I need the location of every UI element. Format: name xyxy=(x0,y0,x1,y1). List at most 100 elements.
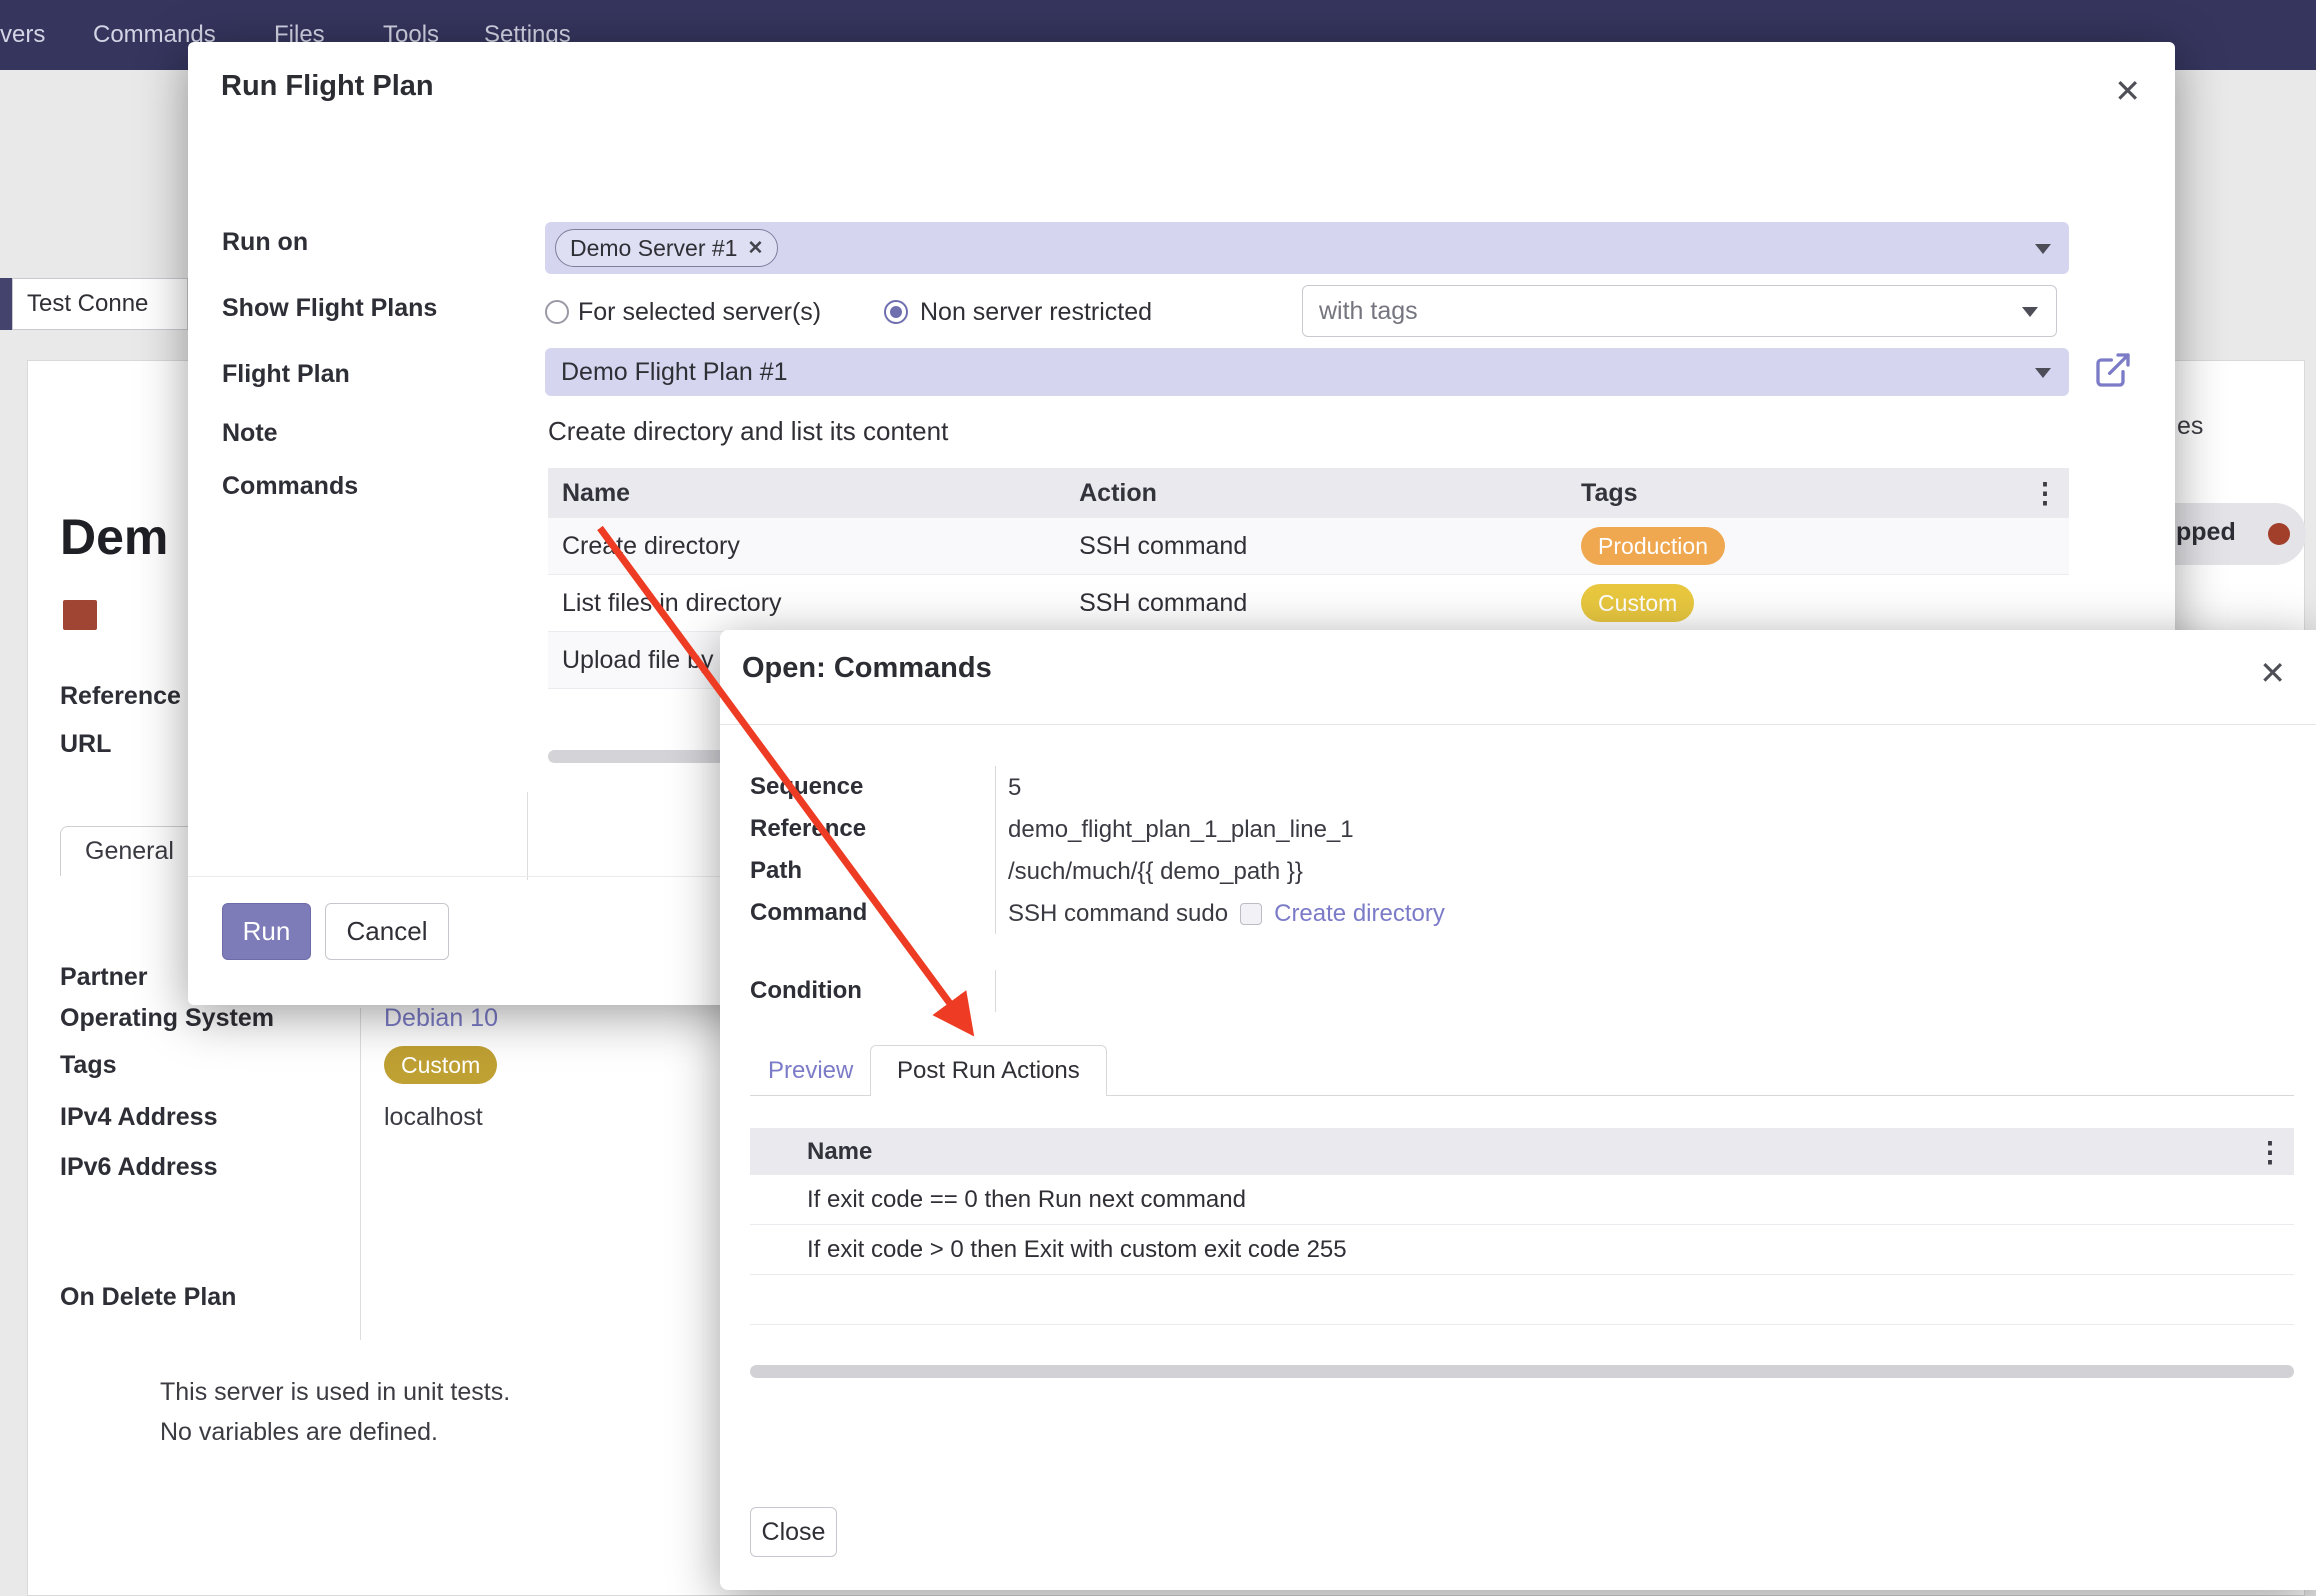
field-row-command: Command SSH command sudo Create director… xyxy=(720,892,2316,934)
cell-divider xyxy=(995,850,996,892)
cell-divider xyxy=(995,808,996,850)
field-row-sequence: Sequence 5 xyxy=(720,766,2316,808)
sequence-value[interactable]: 5 xyxy=(1008,774,1021,802)
kebab-menu-icon[interactable]: ⋮ xyxy=(2256,1135,2284,1168)
chevron-down-icon[interactable] xyxy=(2022,307,2038,317)
path-value[interactable]: /such/much/{{ demo_path }} xyxy=(1008,858,1303,886)
tab-post-run-actions[interactable]: Post Run Actions xyxy=(870,1045,1107,1096)
table-row[interactable]: If exit code == 0 then Run next command xyxy=(750,1175,2294,1225)
field-row-path: Path /such/much/{{ demo_path }} xyxy=(720,850,2316,892)
post-run-actions-table: Name ⋮ If exit code == 0 then Run next c… xyxy=(750,1128,2294,1325)
command-label: Command xyxy=(750,899,867,927)
screen: vers Commands Files Tools Settings Test … xyxy=(0,0,2316,1596)
cell-divider xyxy=(995,892,996,934)
cancel-button[interactable]: Cancel xyxy=(325,903,449,960)
server-tag-chip[interactable]: Demo Server #1 ✕ xyxy=(555,229,778,267)
run-on-field[interactable]: Demo Server #1 ✕ xyxy=(545,222,2069,274)
command-text[interactable]: SSH command sudo xyxy=(1008,900,1228,928)
production-badge: Production xyxy=(1581,527,1725,565)
open-commands-modal: Open: Commands ✕ Sequence 5 Reference de… xyxy=(720,630,2316,1590)
commands-table-header: Name Action Tags ⋮ xyxy=(548,468,2069,518)
show-flight-plans-label: Show Flight Plans xyxy=(222,294,437,323)
close-button[interactable]: Close xyxy=(750,1507,837,1557)
cell-divider xyxy=(995,766,996,808)
nav-item-servers-partial[interactable]: vers xyxy=(0,0,45,70)
cell-tags: Production xyxy=(1567,527,2069,565)
create-directory-link[interactable]: Create directory xyxy=(1274,900,1445,928)
create-directory-checkbox[interactable] xyxy=(1240,903,1262,925)
right-text-partial: es xyxy=(2177,412,2203,441)
tab-general[interactable]: General xyxy=(60,826,199,876)
note-text: Create directory and list its content xyxy=(548,416,948,447)
chevron-down-icon[interactable] xyxy=(2035,244,2051,254)
chevron-down-icon[interactable] xyxy=(2035,368,2051,378)
with-tags-select[interactable]: with tags xyxy=(1302,285,2057,337)
field-row-condition: Condition xyxy=(720,970,2316,1012)
status-dot xyxy=(2268,523,2290,545)
ipv4-value: localhost xyxy=(384,1103,483,1132)
cell-name: Create directory xyxy=(548,532,1065,561)
radio-non-server-restricted[interactable] xyxy=(884,300,908,324)
radio-selected-servers[interactable] xyxy=(545,300,569,324)
action-cell: If exit code > 0 then Exit with custom e… xyxy=(807,1236,2294,1264)
table-row[interactable]: List files in directory SSH command Cust… xyxy=(548,575,2069,632)
path-label: Path xyxy=(750,857,802,885)
table-row[interactable]: If exit code > 0 then Exit with custom e… xyxy=(750,1225,2294,1275)
tags-value: Custom xyxy=(384,1046,497,1084)
operating-system-value[interactable]: Debian 10 xyxy=(384,1004,498,1033)
flight-plan-select[interactable]: Demo Flight Plan #1 xyxy=(545,348,2069,396)
command-value: SSH command sudo Create directory xyxy=(1008,900,1445,928)
table-row[interactable]: Create directory SSH command Production xyxy=(548,518,2069,575)
header-action[interactable]: Action xyxy=(1065,479,1567,508)
unit-test-note-2: No variables are defined. xyxy=(160,1418,438,1447)
field-divider xyxy=(360,1008,361,1340)
status-text-partial: pped xyxy=(2176,518,2236,547)
condition-label: Condition xyxy=(750,977,862,1005)
ipv6-label: IPv6 Address xyxy=(60,1153,217,1182)
note-label: Note xyxy=(222,419,278,448)
on-delete-plan-label: On Delete Plan xyxy=(60,1283,236,1312)
commands-label: Commands xyxy=(222,472,358,501)
divider xyxy=(527,792,528,880)
reference-label: Reference xyxy=(60,682,181,711)
header-divider xyxy=(720,724,2316,725)
color-swatch[interactable] xyxy=(63,600,97,630)
with-tags-placeholder: with tags xyxy=(1319,297,1418,325)
reference-value[interactable]: demo_flight_plan_1_plan_line_1 xyxy=(1008,816,1354,844)
close-icon[interactable]: ✕ xyxy=(2259,654,2286,692)
server-title-partial: Dem xyxy=(60,508,168,566)
partial-button[interactable] xyxy=(0,278,12,330)
modal-title: Run Flight Plan xyxy=(221,70,434,103)
partner-label: Partner xyxy=(60,963,148,992)
test-connection-button[interactable]: Test Conne xyxy=(12,278,188,330)
reference-label: Reference xyxy=(750,815,866,843)
ipv4-label: IPv4 Address xyxy=(60,1103,217,1132)
server-tag-label: Demo Server #1 xyxy=(570,235,737,262)
header-name[interactable]: Name xyxy=(807,1138,2294,1166)
tab-preview[interactable]: Preview xyxy=(768,1057,853,1085)
url-label: URL xyxy=(60,730,111,759)
header-name[interactable]: Name xyxy=(548,479,1065,508)
table-header: Name ⋮ xyxy=(750,1128,2294,1175)
unit-test-note-1: This server is used in unit tests. xyxy=(160,1378,510,1407)
close-icon[interactable]: ✕ xyxy=(2114,72,2141,110)
tags-label: Tags xyxy=(60,1051,117,1080)
external-link-icon[interactable] xyxy=(2093,350,2133,390)
radio-selected-servers-label[interactable]: For selected server(s) xyxy=(578,298,821,327)
cell-action: SSH command xyxy=(1065,532,1567,561)
cell-name: List files in directory xyxy=(548,589,1065,618)
operating-system-label: Operating System xyxy=(60,1004,274,1033)
table-row-empty[interactable] xyxy=(750,1275,2294,1325)
radio-non-server-restricted-label[interactable]: Non server restricted xyxy=(920,298,1152,327)
flight-plan-label: Flight Plan xyxy=(222,360,350,389)
action-cell: If exit code == 0 then Run next command xyxy=(807,1186,2294,1214)
header-tags[interactable]: Tags xyxy=(1567,479,2069,508)
kebab-menu-icon[interactable]: ⋮ xyxy=(2031,477,2059,510)
cell-divider xyxy=(995,970,996,1012)
field-row-reference: Reference demo_flight_plan_1_plan_line_1 xyxy=(720,808,2316,850)
remove-tag-icon[interactable]: ✕ xyxy=(747,237,763,260)
run-button[interactable]: Run xyxy=(222,903,311,960)
modal-title: Open: Commands xyxy=(742,652,992,685)
cell-action: SSH command xyxy=(1065,589,1567,618)
horizontal-scrollbar[interactable] xyxy=(750,1365,2294,1378)
